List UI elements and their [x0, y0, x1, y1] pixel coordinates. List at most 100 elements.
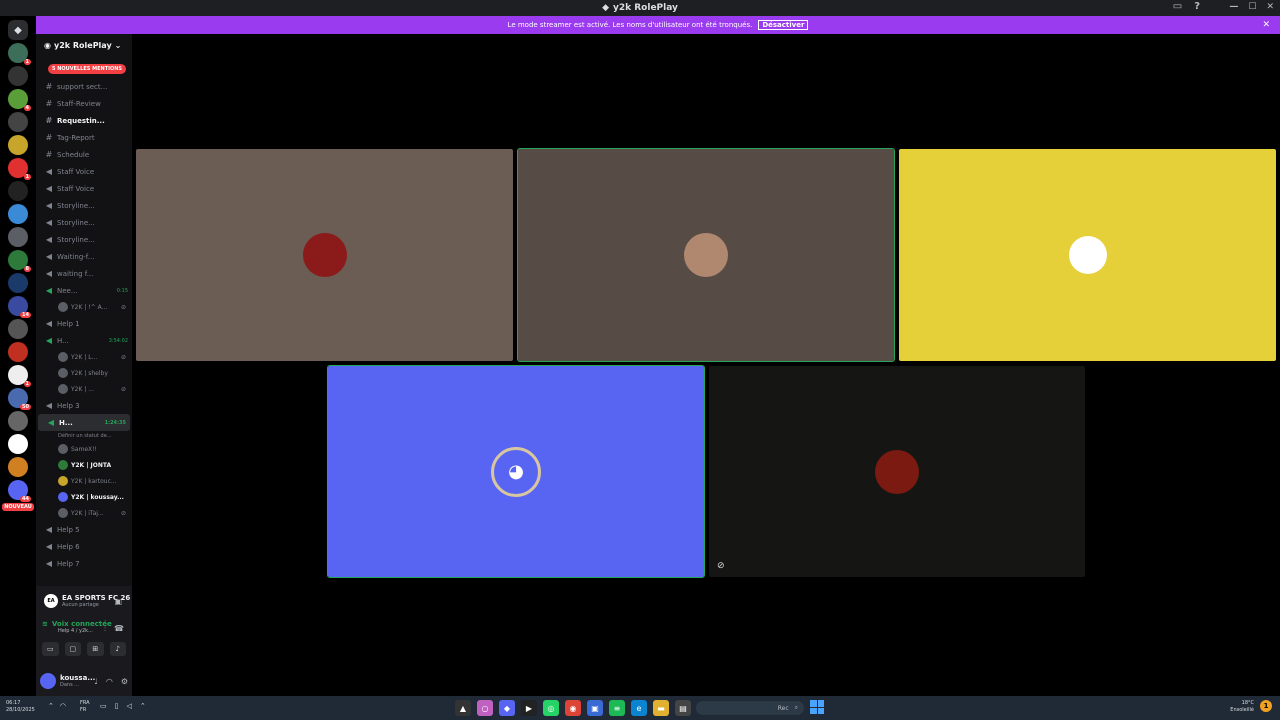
headphones-icon[interactable]: ◠	[106, 677, 113, 686]
app-icon[interactable]: ○	[477, 700, 493, 716]
voice-channel-item[interactable]: ◀ Help 5	[36, 521, 132, 538]
voice-channel-item[interactable]: ◀ waiting f...	[36, 265, 132, 282]
app-icon[interactable]: ▲	[455, 700, 471, 716]
server-icon[interactable]	[8, 457, 28, 477]
app-icon[interactable]: ▶	[521, 700, 537, 716]
voice-channel-item[interactable]: ◀ Staff Voice	[36, 180, 132, 197]
activities-button[interactable]: ⊞	[87, 642, 104, 656]
voice-user[interactable]: SameX!!	[36, 441, 132, 457]
whatsapp-icon[interactable]: ◎	[543, 700, 559, 716]
voice-user[interactable]: Y2K | kartouc...	[36, 473, 132, 489]
windows-start-icon[interactable]	[810, 700, 824, 714]
server-icon[interactable]: 44	[8, 480, 31, 502]
edge-icon[interactable]: e	[631, 700, 647, 716]
voice-user[interactable]: Y2K | shelby	[36, 365, 132, 381]
wifi-icon[interactable]: ◠	[60, 702, 66, 710]
server-icon[interactable]: 8	[8, 250, 31, 272]
channel-item[interactable]: # Tag-Report	[36, 129, 132, 146]
chevron-up-icon[interactable]: ⌃	[140, 702, 146, 710]
server-icon[interactable]	[8, 227, 28, 247]
channel-item[interactable]: # Schedule	[36, 146, 132, 163]
gear-icon[interactable]: ⚙	[121, 677, 128, 686]
taskbar-search[interactable]: Rec ⌕	[696, 701, 804, 715]
server-icon[interactable]	[8, 204, 28, 224]
voice-channel-item-active[interactable]: ◀ H... 1:24:35	[38, 414, 130, 431]
disconnect-icon[interactable]: ☎	[114, 624, 124, 634]
server-icon[interactable]: 1	[8, 43, 31, 65]
voice-channel-item[interactable]: ◀ Staff Voice	[36, 163, 132, 180]
voice-channel-item[interactable]: ◀ Storyline...	[36, 214, 132, 231]
channel-item[interactable]: # Requestin...	[36, 112, 132, 129]
user-avatar[interactable]	[40, 673, 56, 689]
app-icon[interactable]: ▣	[587, 700, 603, 716]
display-icon[interactable]: ▭	[100, 702, 107, 710]
voice-channel-item[interactable]: ◀ Storyline...	[36, 231, 132, 248]
noise-suppression-icon[interactable]: ⫶	[104, 624, 106, 634]
server-icon[interactable]	[8, 319, 28, 339]
server-icon[interactable]: 4	[8, 89, 31, 111]
app-icon[interactable]: ▤	[675, 700, 691, 716]
chrome-icon[interactable]: ◉	[565, 700, 581, 716]
voice-user[interactable]: Y2K | L... ⊘	[36, 349, 132, 365]
participant-tile-speaking[interactable]: ◕	[327, 365, 705, 578]
notification-badge[interactable]: 1	[1260, 700, 1272, 712]
home-button[interactable]: ◆	[8, 20, 28, 40]
spotify-icon[interactable]: ≡	[609, 700, 625, 716]
participant-tile-speaking[interactable]	[517, 148, 895, 362]
voice-channel-item[interactable]: ◀ Help 1	[36, 315, 132, 332]
server-icon[interactable]: 1	[8, 365, 31, 387]
close-banner-icon[interactable]: ✕	[1262, 20, 1270, 30]
voice-user[interactable]: Y2K | JONTA	[36, 457, 132, 473]
voice-channel-item[interactable]: ◀ Help 3	[36, 397, 132, 414]
screen-share-button[interactable]: ▢	[64, 642, 81, 656]
server-icon[interactable]	[8, 66, 28, 86]
voice-channel-item[interactable]: ◀ Waiting-f...	[36, 248, 132, 265]
new-mentions-badge[interactable]: 5 NOUVELLES MENTIONS	[48, 64, 127, 74]
maximize-button[interactable]: ☐	[1248, 2, 1256, 12]
server-icon[interactable]	[8, 273, 28, 293]
participant-tile[interactable]: ⊘	[709, 366, 1085, 577]
folder-icon[interactable]: ▬	[653, 700, 669, 716]
server-icon[interactable]	[8, 135, 28, 155]
voice-channel-item[interactable]: ◀ Nee... 0:15	[36, 282, 132, 299]
server-header[interactable]: ◉ y2k RolePlay ⌄	[36, 34, 132, 56]
server-icon[interactable]	[8, 112, 28, 132]
mic-icon[interactable]: ♩	[94, 677, 98, 686]
soundboard-button[interactable]: ♪	[109, 642, 126, 656]
status-prompt[interactable]: Définir un statut de...	[36, 431, 132, 441]
activity-panel[interactable]: EA EA SPORTS FC 26 Aucun partage ▣	[36, 586, 132, 616]
channel-item[interactable]: # support sect...	[36, 78, 132, 95]
help-icon[interactable]: ?	[1194, 1, 1200, 12]
minimize-button[interactable]: —	[1229, 2, 1238, 12]
voice-user[interactable]: Y2K | !^ A... ⊘	[36, 299, 132, 315]
channel-item[interactable]: # Staff-Review	[36, 95, 132, 112]
inbox-icon[interactable]: ▭	[1173, 1, 1182, 12]
server-icon[interactable]	[8, 181, 28, 201]
voice-user[interactable]: Y2K | ... ⊘	[36, 381, 132, 397]
participant-tile[interactable]	[136, 149, 513, 361]
server-icon[interactable]: 50	[8, 388, 31, 410]
server-icon[interactable]: 1	[8, 158, 31, 180]
camera-button[interactable]: ▭	[42, 642, 59, 656]
discord-taskbar-icon[interactable]: ◆	[499, 700, 515, 716]
volume-icon[interactable]: ◁	[126, 702, 131, 710]
voice-user[interactable]: Y2K | iTaj... ⊘	[36, 505, 132, 521]
disable-streamer-button[interactable]: Désactiver	[758, 20, 809, 30]
voice-status[interactable]: Voix connectée	[52, 620, 112, 628]
close-button[interactable]: ✕	[1266, 2, 1274, 12]
battery-icon[interactable]: ▯	[115, 702, 119, 710]
chevron-up-icon[interactable]: ⌃	[48, 702, 54, 710]
server-icon[interactable]: 14	[8, 296, 31, 318]
voice-channel-item[interactable]: ◀ H... 3:54:02	[36, 332, 132, 349]
server-icon[interactable]	[8, 342, 28, 362]
server-icon[interactable]	[8, 411, 28, 431]
voice-channel-item[interactable]: ◀ Help 7	[36, 555, 132, 572]
voice-channel-item[interactable]: ◀ Help 6	[36, 538, 132, 555]
weather-temp[interactable]: 18°C	[1230, 700, 1254, 707]
voice-channel-item[interactable]: ◀ Storyline...	[36, 197, 132, 214]
language-code[interactable]: FRA	[80, 700, 90, 707]
screen-icon[interactable]: ▣	[114, 597, 122, 606]
voice-user[interactable]: Y2K | koussay...	[36, 489, 132, 505]
server-icon[interactable]	[8, 434, 28, 454]
participant-tile[interactable]	[899, 149, 1276, 361]
